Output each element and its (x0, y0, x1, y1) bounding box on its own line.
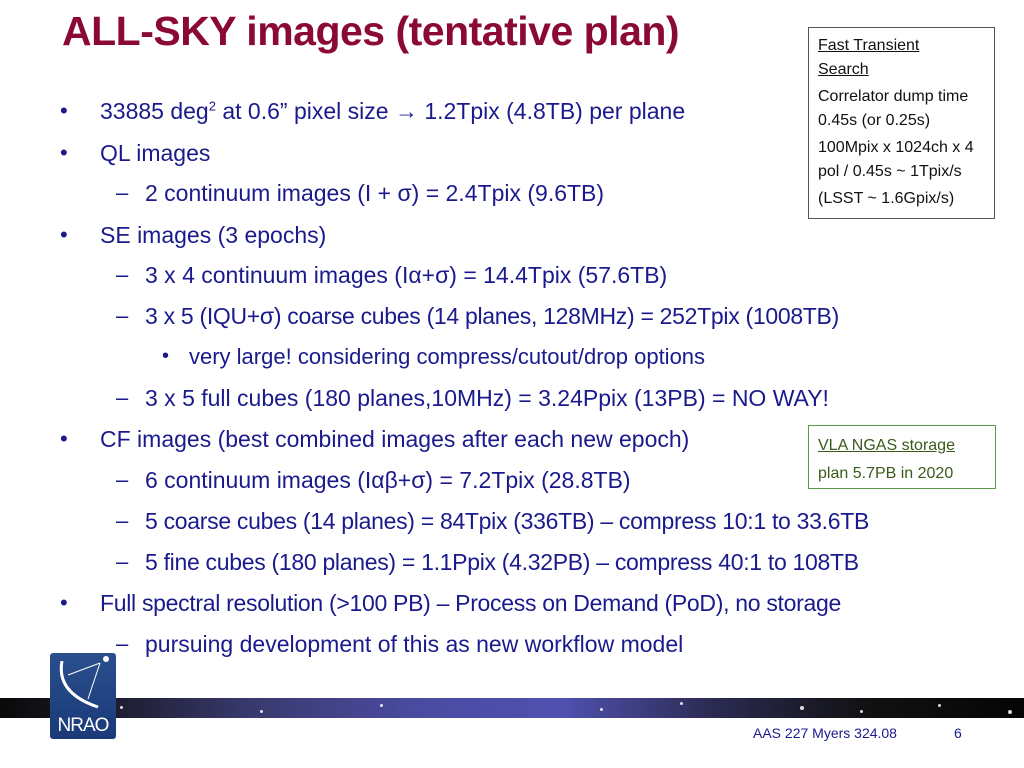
bullet-item: 5 fine cubes (180 planes) = 1.1Ppix (4.3… (145, 549, 859, 575)
fast-transient-text: Fast Transient Search Correlator dump ti… (818, 34, 998, 214)
bullet-mark: – (116, 467, 129, 492)
bullet-mark: • (60, 426, 68, 451)
bullet-item: Full spectral resolution (>100 PB) – Pro… (100, 590, 841, 616)
bullet-mark: – (116, 262, 129, 287)
fast-transient-heading: Search (818, 61, 869, 78)
bullet-mark: • (60, 222, 68, 247)
storage-plan-text: VLA NGAS storage plan 5.7PB in 2020 (818, 432, 955, 488)
nrao-logo: NRAO (50, 653, 116, 739)
logo-text: NRAO (57, 715, 110, 736)
lsst-comparison-text: (LSST ~ 1.6Gpix/s) (818, 190, 955, 207)
bullet-mark: • (60, 140, 68, 165)
bullet-mark: – (116, 508, 129, 533)
footer-citation: AAS 227 Myers 324.08 (753, 725, 897, 741)
bullet-mark: • (60, 590, 68, 615)
bullet-mark: • (162, 345, 170, 367)
bullet-item: 5 coarse cubes (14 planes) = 84Tpix (336… (145, 508, 869, 534)
bullet-text: at 0.6” pixel size → 1.2Tpix (4.8TB) per… (215, 98, 686, 124)
bullet-mark: – (116, 631, 129, 656)
bullet-item: 3 x 5 (IQU+σ) coarse cubes (14 planes, 1… (145, 303, 839, 329)
bullet-mark: • (60, 98, 68, 123)
bullet-mark: – (116, 180, 129, 205)
bullet-item: CF images (best combined images after ea… (100, 426, 690, 452)
page-number: 6 (954, 725, 962, 741)
correlator-dump-text: Correlator dump time 0.45s (or 0.25s) (818, 88, 969, 129)
bullet-item: very large! considering compress/cutout/… (189, 344, 706, 369)
bullet-item: 2 continuum images (I + σ) = 2.4Tpix (9.… (145, 180, 605, 206)
fast-transient-heading: Fast Transient (818, 37, 920, 54)
bullet-mark: – (116, 549, 129, 574)
bullet-item: 3 x 5 full cubes (180 planes,10MHz) = 3.… (145, 385, 829, 411)
pixel-rate-text: 100Mpix x 1024ch x 4 pol / 0.45s ~ 1Tpix… (818, 139, 974, 180)
storage-plan-value: plan 5.7PB in 2020 (818, 465, 954, 482)
bullet-item: 3 x 4 continuum images (Iα+σ) = 14.4Tpix… (145, 262, 668, 288)
bullet-item: SE images (3 epochs) (100, 222, 327, 248)
bullet-item: pursuing development of this as new work… (145, 631, 684, 657)
radio-dish-icon (59, 656, 109, 709)
superscript: 2 (208, 98, 216, 114)
storage-plan-heading: VLA NGAS storage (818, 437, 955, 454)
bullet-mark: – (116, 385, 129, 410)
bullet-item: 6 continuum images (Iαβ+σ) = 7.2Tpix (28… (145, 467, 631, 493)
bullet-item: 33885 deg2 at 0.6” pixel size → 1.2Tpix … (100, 98, 685, 125)
starfield-banner (0, 698, 1024, 718)
bullet-item: QL images (100, 140, 211, 166)
bullet-text: 33885 deg (100, 98, 209, 124)
bullet-mark: – (116, 303, 129, 328)
